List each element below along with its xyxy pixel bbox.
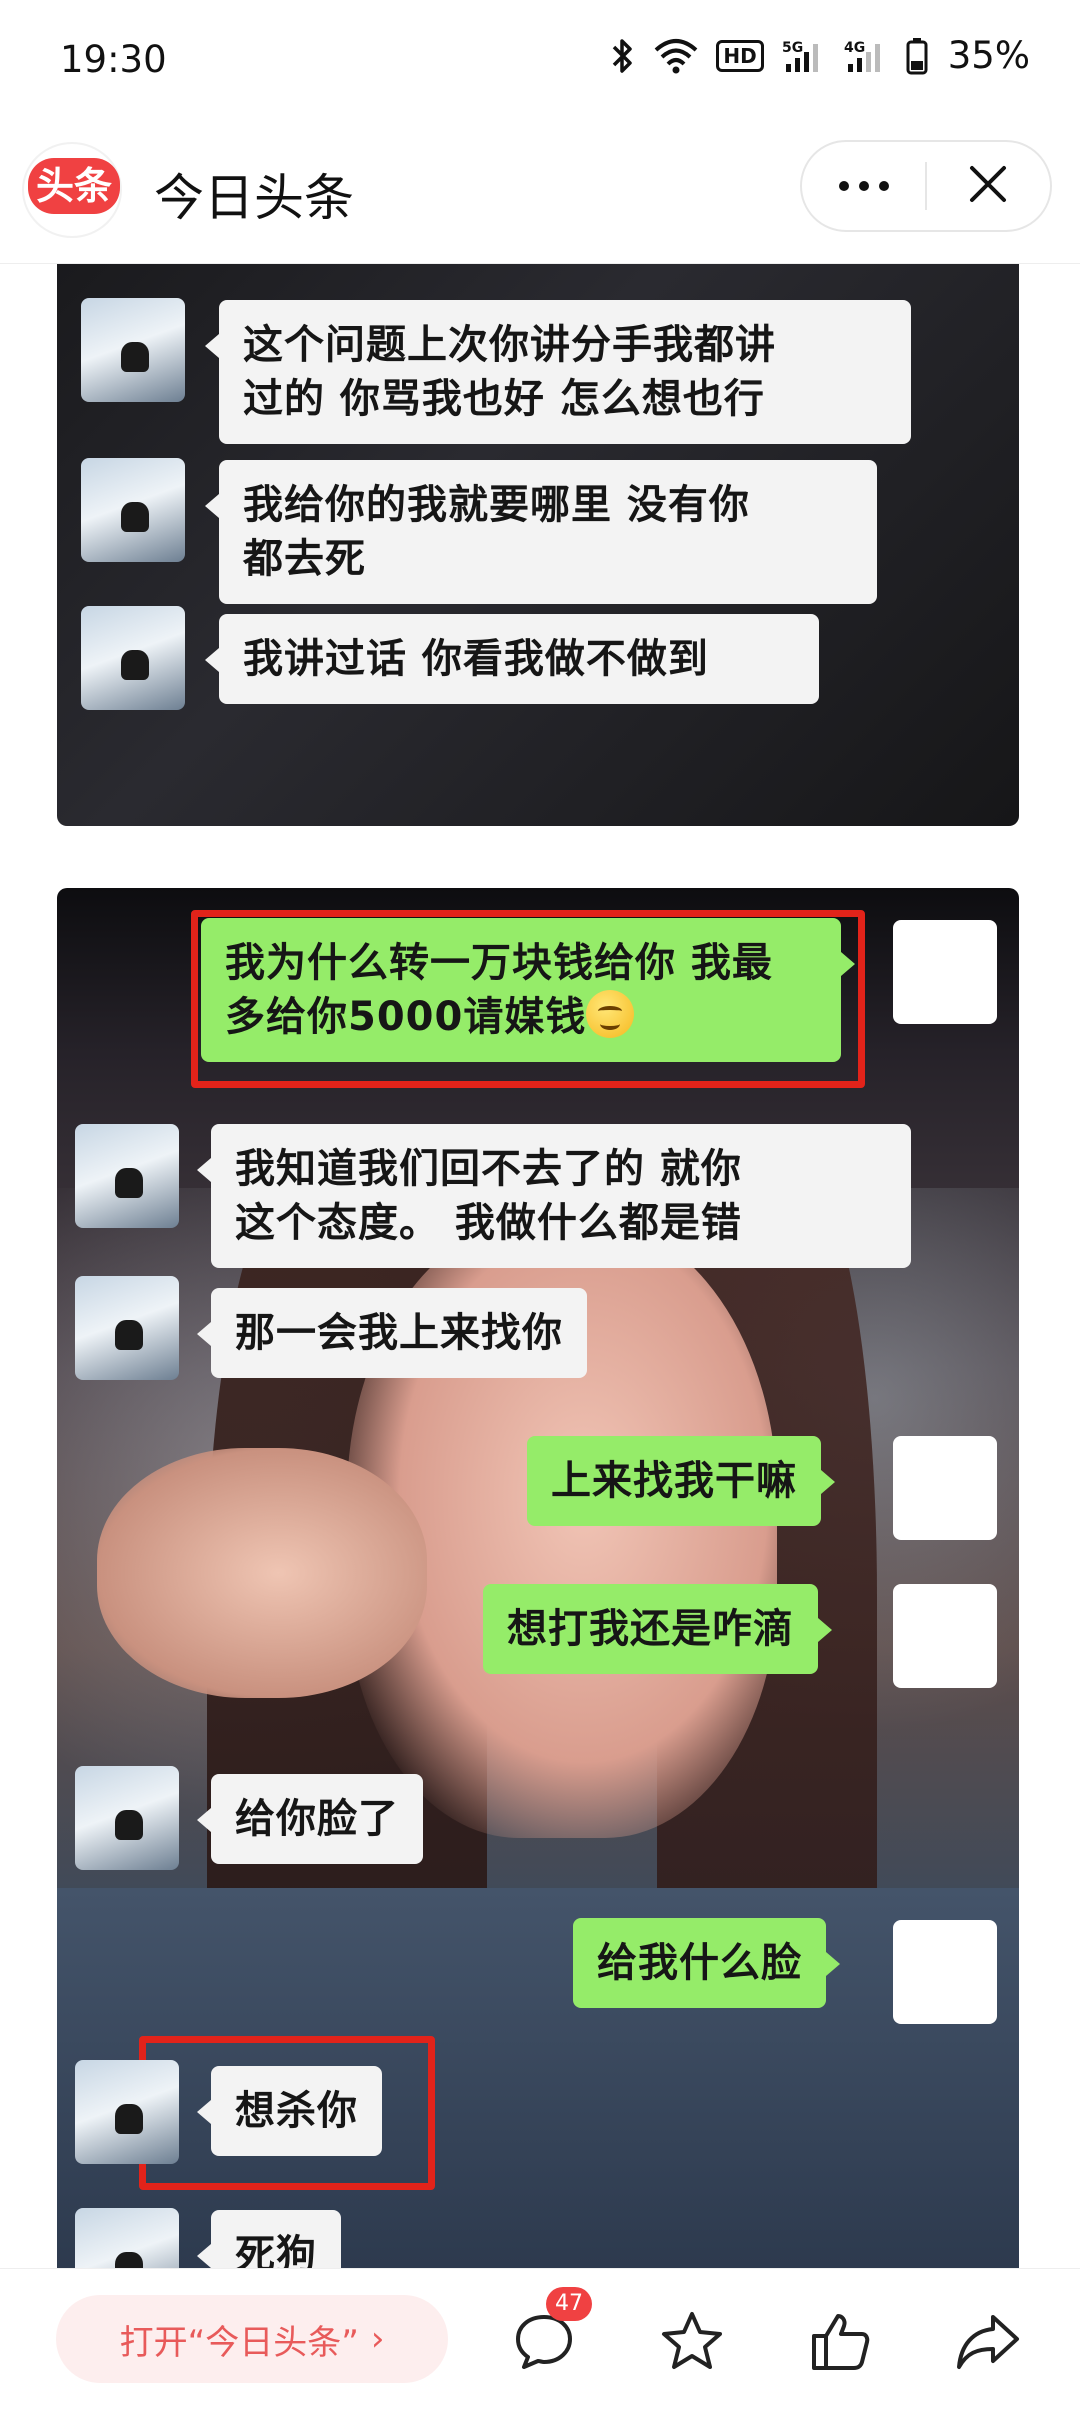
bottom-bar: 打开“今日头条” › 47 bbox=[0, 2268, 1080, 2412]
svg-text:5G: 5G bbox=[782, 40, 803, 56]
chat-bubble-incoming: 想杀你 bbox=[197, 2066, 382, 2156]
bubble-text: 过的 你骂我也好 怎么想也行 bbox=[243, 376, 765, 422]
signal-4g-icon: 4G bbox=[844, 38, 888, 74]
chat-bubble-incoming: 给你脸了 bbox=[197, 1774, 423, 1864]
self-avatar bbox=[893, 1436, 997, 1540]
close-button[interactable] bbox=[927, 142, 1050, 230]
close-icon bbox=[968, 164, 1008, 208]
favorite-button[interactable] bbox=[656, 2307, 728, 2379]
bubble-text: 给我什么脸 bbox=[597, 1940, 802, 1986]
comment-count-badge: 47 bbox=[546, 2287, 592, 2321]
open-app-button[interactable]: 打开“今日头条” › bbox=[56, 2295, 448, 2383]
chevron-right-icon: › bbox=[370, 2319, 385, 2359]
signal-5g-icon: 5G bbox=[782, 38, 826, 74]
mini-program-capsule bbox=[800, 140, 1052, 232]
chat-bubble-incoming: 我知道我们回不去了的 就你 这个态度。 我做什么都是错 bbox=[197, 1124, 911, 1268]
app-header: 头条 今日头条 bbox=[0, 124, 1080, 264]
thumbs-up-icon bbox=[808, 2310, 872, 2376]
smile-emoji bbox=[586, 990, 635, 1038]
bubble-text: 多给你5000请媒钱 bbox=[225, 994, 587, 1040]
bubble-text: 想杀你 bbox=[235, 2088, 358, 2134]
bubble-text: 我为什么转一万块钱给你 我最 bbox=[225, 940, 773, 986]
status-bar: 19:30 HD 5G 4G 35% bbox=[0, 0, 1080, 124]
status-time: 19:30 bbox=[60, 38, 167, 81]
battery-percent: 35% bbox=[947, 34, 1030, 77]
bubble-text: 这个态度。 我做什么都是错 bbox=[235, 1200, 742, 1246]
more-icon bbox=[838, 177, 890, 196]
bubble-text: 想打我还是咋滴 bbox=[507, 1606, 794, 1652]
contact-avatar bbox=[75, 2208, 179, 2268]
bubble-text: 我讲过话 你看我做不做到 bbox=[243, 636, 709, 682]
chat-bubble-incoming: 我给你的我就要哪里 没有你 都去死 bbox=[205, 460, 877, 604]
contact-avatar bbox=[81, 458, 185, 562]
chat-bubble-incoming: 死狗 bbox=[197, 2210, 341, 2268]
app-logo-text: 头条 bbox=[28, 158, 120, 214]
bubble-text: 都去死 bbox=[243, 536, 366, 582]
self-avatar bbox=[893, 1584, 997, 1688]
share-icon bbox=[955, 2311, 1021, 2375]
contact-avatar bbox=[81, 606, 185, 710]
app-logo: 头条 bbox=[24, 144, 120, 236]
bubble-text: 上来找我干嘛 bbox=[551, 1458, 797, 1504]
bubble-text: 这个问题上次你讲分手我都讲 bbox=[243, 322, 776, 368]
like-button[interactable] bbox=[804, 2307, 876, 2379]
bubble-text: 死狗 bbox=[235, 2232, 317, 2268]
bubble-text: 那一会我上来找你 bbox=[235, 1310, 563, 1356]
open-app-label: 打开“今日头条” bbox=[119, 2322, 359, 2363]
chat-bubble-outgoing: 上来找我干嘛 bbox=[527, 1436, 835, 1526]
hd-badge: HD bbox=[716, 39, 764, 72]
battery-icon bbox=[906, 37, 928, 75]
chat-bubble-incoming: 那一会我上来找你 bbox=[197, 1288, 587, 1378]
contact-avatar bbox=[81, 298, 185, 402]
article-image-2[interactable]: 我为什么转一万块钱给你 我最 多给你5000请媒钱 我知道我们回不去了的 就你 … bbox=[57, 888, 1019, 2268]
self-avatar bbox=[893, 920, 997, 1024]
contact-avatar bbox=[75, 1276, 179, 1380]
chat-bubble-outgoing: 我为什么转一万块钱给你 我最 多给你5000请媒钱 bbox=[201, 918, 855, 1062]
bubble-text: 给你脸了 bbox=[235, 1796, 399, 1842]
contact-avatar bbox=[75, 1124, 179, 1228]
bluetooth-icon bbox=[610, 37, 636, 75]
bubble-text: 我知道我们回不去了的 就你 bbox=[235, 1146, 742, 1192]
chat-bubble-incoming: 这个问题上次你讲分手我都讲 过的 你骂我也好 怎么想也行 bbox=[205, 300, 911, 444]
chat-bubble-outgoing: 想打我还是咋滴 bbox=[483, 1584, 832, 1674]
chat-bubble-incoming: 我讲过话 你看我做不做到 bbox=[205, 614, 819, 704]
bubble-text: 我给你的我就要哪里 没有你 bbox=[243, 482, 750, 528]
article-image-1[interactable]: 这个问题上次你讲分手我都讲 过的 你骂我也好 怎么想也行 我给你的我就要哪里 没… bbox=[57, 264, 1019, 826]
page-title: 今日头条 bbox=[154, 169, 354, 227]
self-avatar bbox=[893, 1920, 997, 2024]
status-icons: HD 5G 4G 35% bbox=[610, 34, 1030, 77]
contact-avatar bbox=[75, 1766, 179, 1870]
wifi-icon bbox=[654, 38, 698, 74]
contact-avatar bbox=[75, 2060, 179, 2164]
more-button[interactable] bbox=[802, 142, 925, 230]
page: 19:30 HD 5G 4G 35% 头条 今日头条 这个问题上次你讲分手我都讲… bbox=[0, 0, 1080, 2412]
svg-text:4G: 4G bbox=[844, 40, 865, 56]
star-icon bbox=[660, 2310, 724, 2376]
photo-hand bbox=[97, 1448, 427, 1698]
share-button[interactable] bbox=[952, 2307, 1024, 2379]
chat-bubble-outgoing: 给我什么脸 bbox=[573, 1918, 840, 2008]
